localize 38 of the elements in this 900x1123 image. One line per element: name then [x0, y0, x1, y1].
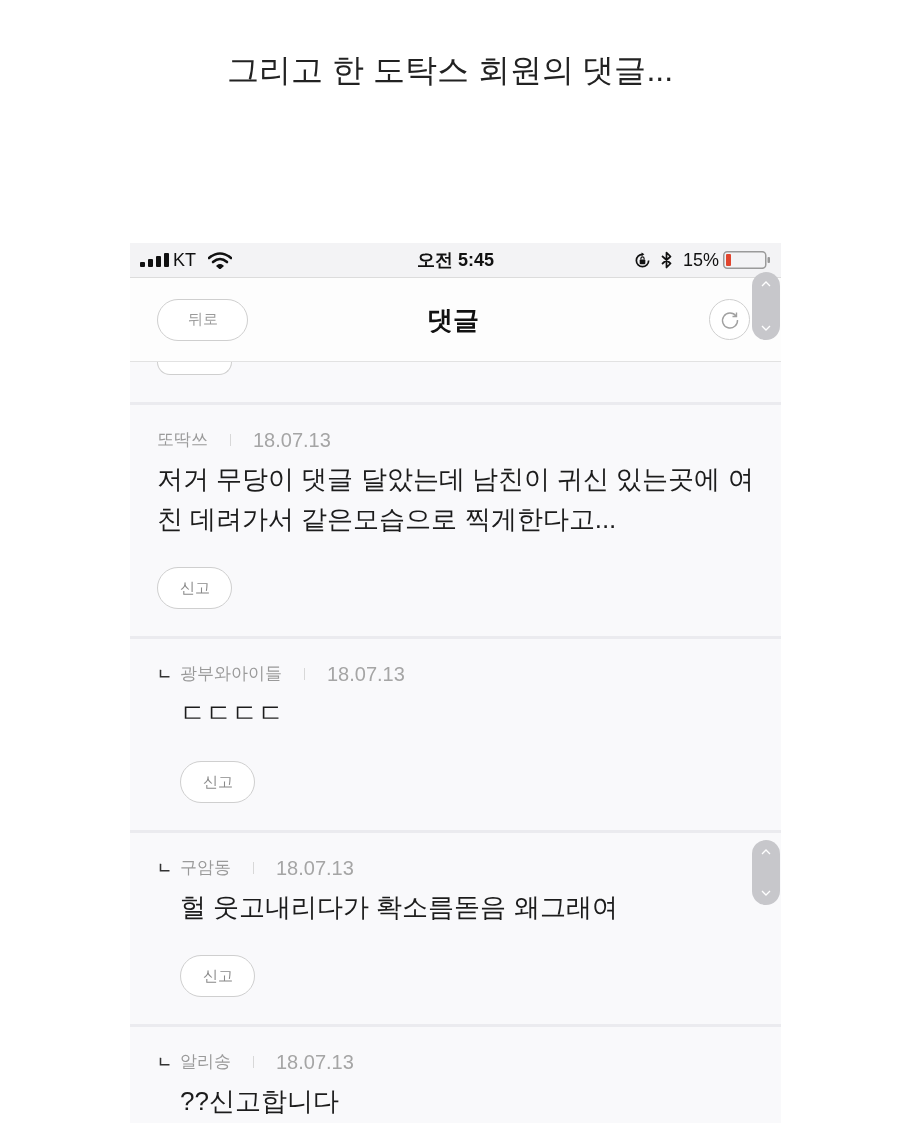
reply-marker: ㄴ — [157, 1052, 172, 1072]
clock-time: 오전 5:45 — [416, 249, 494, 271]
report-button[interactable]: 신고 — [180, 761, 255, 803]
comment-author: 또딱쓰 — [157, 429, 208, 451]
caption: 그리고 한 도탁스 회원의 댓글... — [226, 51, 674, 90]
chevron-up-icon — [761, 281, 771, 287]
comment-author: 알리송 — [180, 1051, 231, 1073]
refresh-icon — [719, 309, 740, 330]
carrier-name: KT — [173, 249, 196, 271]
battery-icon — [723, 250, 771, 270]
report-button[interactable]: 신고 — [180, 955, 255, 997]
comment-author: 광부와아이들 — [180, 663, 282, 685]
button-edge[interactable] — [157, 362, 232, 375]
comment-date: 18.07.13 — [253, 428, 331, 452]
comment-date: 18.07.13 — [276, 1050, 354, 1074]
back-button[interactable]: 뒤로 — [157, 298, 248, 341]
rotation-lock-icon — [633, 251, 651, 269]
comment-text: ??신고합니다 — [180, 1085, 339, 1118]
battery-percent: 15% — [682, 249, 719, 271]
wifi-icon — [208, 251, 232, 269]
chevron-down-icon — [761, 325, 771, 331]
report-button[interactable]: 신고 — [157, 567, 232, 609]
reply-marker: ㄴ — [157, 858, 172, 878]
scroll-control[interactable] — [752, 840, 780, 905]
refresh-button[interactable] — [709, 299, 750, 340]
scroll-control[interactable] — [752, 272, 780, 340]
bluetooth-icon — [660, 251, 672, 269]
chevron-up-icon — [761, 849, 771, 855]
comment-text: 헐 웃고내리다가 확소름돋음 왜그래여 — [180, 891, 618, 924]
comment-date: 18.07.13 — [327, 662, 405, 686]
comment-text: ㄷㄷㄷㄷ — [180, 697, 284, 730]
page-title: 댓글 — [427, 303, 480, 337]
comment-date: 18.07.13 — [276, 856, 354, 880]
chevron-down-icon — [761, 890, 771, 896]
comment-text: 저거 무당이 댓글 달았는데 남친이 귀신 있는곳에 여친 데려가서 같은모습으로 찍게한다고... — [157, 463, 755, 536]
signal-icon — [140, 253, 170, 267]
comment-author: 구암동 — [180, 857, 231, 879]
reply-marker: ㄴ — [157, 664, 172, 684]
